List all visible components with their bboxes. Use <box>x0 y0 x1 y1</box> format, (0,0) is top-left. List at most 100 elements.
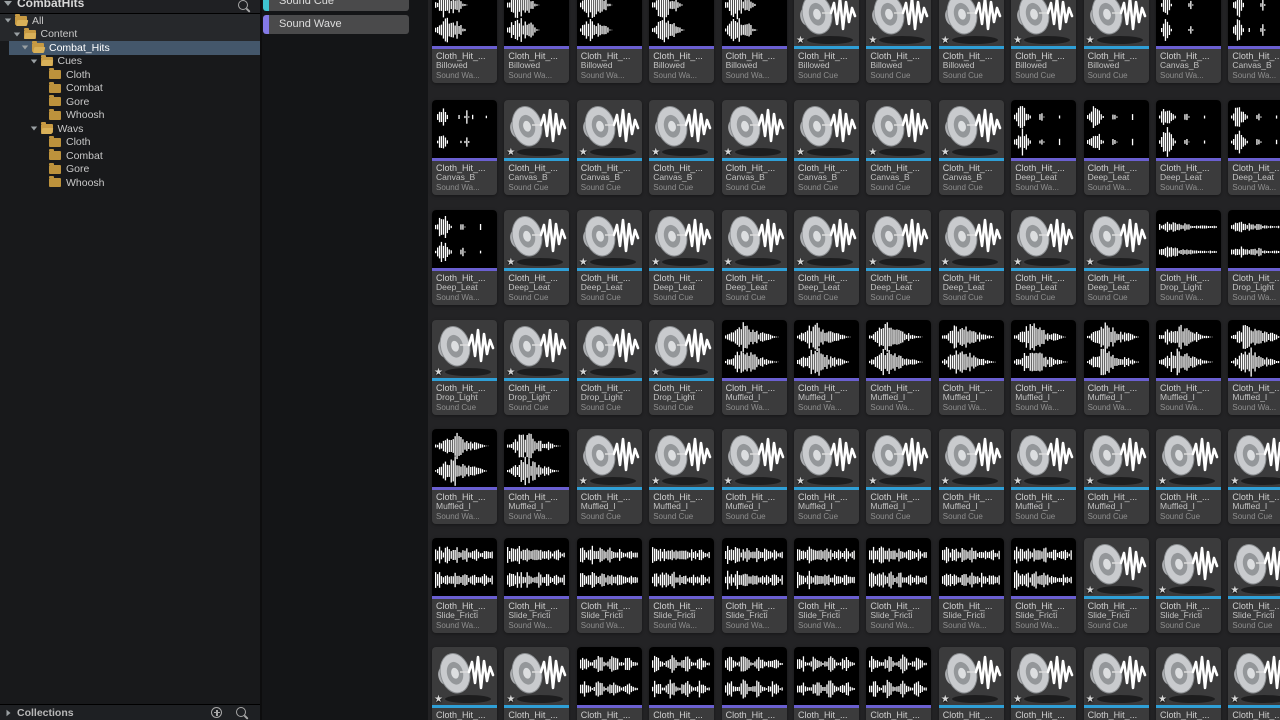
sound-wave-tile[interactable]: Cloth_Hit_... Muffled_I Sound Wa... <box>1084 320 1149 415</box>
filter-pill-sound-cue[interactable]: Sound Cue <box>263 0 409 11</box>
folder-tree-item-whoosh[interactable]: Whoosh <box>0 176 260 190</box>
sound-cue-tile[interactable]: ★ Cloth_Hit_... Canvas_B Sound Cue <box>722 100 787 195</box>
sound-wave-tile[interactable]: Cloth_Hit_... Canvas_B Sound Wa... <box>1228 0 1280 83</box>
sound-wave-tile[interactable]: Cloth_Hit_... Slide_Fricti Sound Wa... <box>504 538 569 633</box>
sound-cue-tile[interactable]: ★ Cloth_Hit_... Deep_Leat Sound Cue <box>649 210 714 305</box>
sound-wave-tile[interactable]: Cloth_Hit_... Billowed Sound Wa... <box>504 0 569 83</box>
collapse-sources-icon[interactable] <box>4 1 12 6</box>
sound-wave-tile[interactable]: Cloth_Hit_... Slide_Fricti Sound Wa... <box>939 538 1004 633</box>
sound-cue-tile[interactable]: ★ Cloth_Hit_... Deep_Leat Sound Cue <box>794 210 859 305</box>
sound-cue-tile[interactable]: ★ Cloth_Hit_... Billowed Sound Cue <box>939 0 1004 83</box>
sound-wave-tile[interactable]: Cloth_Hit_... Deep_Leat Sound Wa... <box>1156 100 1221 195</box>
sound-cue-tile[interactable]: ★ Cloth_Hit_... Slide_Fricti Sound Cue <box>1084 538 1149 633</box>
sound-wave-tile[interactable]: Cloth_Hit_... Slide_Fricti Sound Wa... <box>649 538 714 633</box>
sound-cue-tile[interactable]: ★ Cloth_Hit_... Drop_Light Sound Cue <box>577 320 642 415</box>
search-collections-icon[interactable] <box>236 707 246 717</box>
sound-wave-tile[interactable]: Cloth_Hit_... Canvas_B Sound Wa... <box>432 100 497 195</box>
chevron-down-icon[interactable] <box>30 59 36 63</box>
sound-cue-tile[interactable]: ★ Cloth_Hit_... Deep_Leat Sound Cue <box>939 210 1004 305</box>
sound-wave-tile[interactable]: Cloth_Hit_... Muffled_I Sound Wa... <box>1228 320 1280 415</box>
sound-cue-tile[interactable]: ★ Cloth_Hit_... Deep_Leat Sound Cue <box>577 210 642 305</box>
sound-cue-tile[interactable]: ★ Cloth_Hit_... Billowed Sound Cue <box>866 0 931 83</box>
chevron-down-icon[interactable] <box>13 32 19 36</box>
sound-cue-tile[interactable]: ★ Cloth_Hit_... Slide_Fricti Sound Cue <box>1156 538 1221 633</box>
sound-wave-tile[interactable]: Cloth_Hit_... Slide_Fricti Sound Wa... <box>866 538 931 633</box>
chevron-down-icon[interactable] <box>5 19 11 23</box>
sound-wave-tile[interactable]: Cloth_Hit_... Billowed Sound Wa... <box>577 0 642 83</box>
sound-cue-tile[interactable]: ★ Cloth_Hit_... Deep_Leat Sound Cue <box>1011 210 1076 305</box>
folder-tree-item-cloth[interactable]: Cloth <box>0 68 260 82</box>
sound-wave-tile[interactable]: Cloth_Hit_... Muffled_I Sound Wa... <box>794 320 859 415</box>
sound-cue-tile[interactable]: ★ Cloth_Hit_... Drop_Light Sound Cue <box>649 320 714 415</box>
sound-wave-tile[interactable]: Cloth_Hit_... Sound Wa... <box>794 647 859 720</box>
sound-wave-tile[interactable]: Cloth_Hit_... Drop_Light Sound Wa... <box>1228 210 1280 305</box>
sound-cue-tile[interactable]: ★ Cloth_Hit_... Sound Cue <box>1011 647 1076 720</box>
search-folders-icon[interactable] <box>238 0 248 10</box>
sound-cue-tile[interactable]: ★ Cloth_Hit_... Canvas_B Sound Cue <box>866 100 931 195</box>
sound-wave-tile[interactable]: Cloth_Hit_... Muffled_I Sound Wa... <box>722 320 787 415</box>
sound-wave-tile[interactable]: Cloth_Hit_... Sound Wa... <box>866 647 931 720</box>
sound-cue-tile[interactable]: ★ Cloth_Hit_... Canvas_B Sound Cue <box>504 100 569 195</box>
sound-wave-tile[interactable]: Cloth_Hit_... Sound Wa... <box>649 647 714 720</box>
sound-wave-tile[interactable]: Cloth_Hit_... Muffled_I Sound Wa... <box>1156 320 1221 415</box>
expand-collections-icon[interactable] <box>7 709 11 715</box>
add-collection-icon[interactable] <box>211 707 222 718</box>
sound-wave-tile[interactable]: Cloth_Hit_... Deep_Leat Sound Wa... <box>432 210 497 305</box>
sound-wave-tile[interactable]: Cloth_Hit_... Billowed Sound Wa... <box>722 0 787 83</box>
sound-cue-tile[interactable]: ★ Cloth_Hit_... Muffled_I Sound Cue <box>1011 429 1076 524</box>
sound-cue-tile[interactable]: ★ Cloth_Hit_... Sound Cue <box>1084 647 1149 720</box>
sound-cue-tile[interactable]: ★ Cloth_Hit_... Canvas_B Sound Cue <box>649 100 714 195</box>
sound-wave-tile[interactable]: Cloth_Hit_... Drop_Light Sound Wa... <box>1156 210 1221 305</box>
sound-cue-tile[interactable]: ★ Cloth_Hit_... Sound Cue <box>939 647 1004 720</box>
sound-cue-tile[interactable]: ★ Cloth_Hit_... Muffled_I Sound Cue <box>722 429 787 524</box>
sound-wave-tile[interactable]: Cloth_Hit_... Canvas_B Sound Wa... <box>1156 0 1221 83</box>
folder-tree-item-combat[interactable]: Combat <box>0 149 260 163</box>
folder-tree-item-wavs[interactable]: Wavs <box>0 122 260 136</box>
sound-cue-tile[interactable]: ★ Cloth_Hit_... Deep_Leat Sound Cue <box>866 210 931 305</box>
folder-tree-item-cloth[interactable]: Cloth <box>0 136 260 150</box>
folder-tree-item-content[interactable]: Content <box>0 28 260 42</box>
sound-cue-tile[interactable]: ★ Cloth_Hit_... Sound Cue <box>432 647 497 720</box>
sound-cue-tile[interactable]: ★ Cloth_Hit_... Muffled_I Sound Cue <box>1228 429 1280 524</box>
chevron-down-icon[interactable] <box>22 46 28 50</box>
folder-tree-item-gore[interactable]: Gore <box>0 95 260 109</box>
sound-wave-tile[interactable]: Cloth_Hit_... Slide_Fricti Sound Wa... <box>432 538 497 633</box>
sound-cue-tile[interactable]: ★ Cloth_Hit_... Billowed Sound Cue <box>1011 0 1076 83</box>
sound-wave-tile[interactable]: Cloth_Hit_... Billowed Sound Wa... <box>649 0 714 83</box>
sound-cue-tile[interactable]: ★ Cloth_Hit_... Deep_Leat Sound Cue <box>504 210 569 305</box>
sound-cue-tile[interactable]: ★ Cloth_Hit_... Muffled_I Sound Cue <box>1084 429 1149 524</box>
sound-cue-tile[interactable]: ★ Cloth_Hit_... Muffled_I Sound Cue <box>577 429 642 524</box>
sound-cue-tile[interactable]: ★ Cloth_Hit_... Sound Cue <box>1228 647 1280 720</box>
sound-wave-tile[interactable]: Cloth_Hit_... Muffled_I Sound Wa... <box>866 320 931 415</box>
sound-cue-tile[interactable]: ★ Cloth_Hit_... Slide_Fricti Sound Cue <box>1228 538 1280 633</box>
folder-tree-item-all[interactable]: All <box>0 14 260 28</box>
folder-tree-item-gore[interactable]: Gore <box>0 163 260 177</box>
sound-wave-tile[interactable]: Cloth_Hit_... Deep_Leat Sound Wa... <box>1228 100 1280 195</box>
sound-wave-tile[interactable]: Cloth_Hit_... Slide_Fricti Sound Wa... <box>794 538 859 633</box>
sound-cue-tile[interactable]: ★ Cloth_Hit_... Canvas_B Sound Cue <box>939 100 1004 195</box>
sound-wave-tile[interactable]: Cloth_Hit_... Slide_Fricti Sound Wa... <box>722 538 787 633</box>
sound-cue-tile[interactable]: ★ Cloth_Hit_... Billowed Sound Cue <box>1084 0 1149 83</box>
sound-cue-tile[interactable]: ★ Cloth_Hit_... Muffled_I Sound Cue <box>649 429 714 524</box>
folder-tree-item-combat_hits[interactable]: Combat_Hits <box>9 41 260 55</box>
sound-cue-tile[interactable]: ★ Cloth_Hit_... Drop_Light Sound Cue <box>432 320 497 415</box>
sound-cue-tile[interactable]: ★ Cloth_Hit_... Sound Cue <box>504 647 569 720</box>
sound-wave-tile[interactable]: Cloth_Hit_... Muffled_I Sound Wa... <box>939 320 1004 415</box>
sound-cue-tile[interactable]: ★ Cloth_Hit_... Muffled_I Sound Cue <box>794 429 859 524</box>
folder-tree-item-combat[interactable]: Combat <box>0 82 260 96</box>
sound-wave-tile[interactable]: Cloth_Hit_... Deep_Leat Sound Wa... <box>1084 100 1149 195</box>
sound-wave-tile[interactable]: Cloth_Hit_... Muffled_I Sound Wa... <box>1011 320 1076 415</box>
sound-cue-tile[interactable]: ★ Cloth_Hit_... Sound Cue <box>1156 647 1221 720</box>
sound-cue-tile[interactable]: ★ Cloth_Hit_... Deep_Leat Sound Cue <box>1084 210 1149 305</box>
folder-tree-item-whoosh[interactable]: Whoosh <box>0 109 260 123</box>
sound-wave-tile[interactable]: Cloth_Hit_... Muffled_I Sound Wa... <box>432 429 497 524</box>
chevron-down-icon[interactable] <box>30 127 36 131</box>
collections-bar[interactable]: Collections <box>0 704 260 720</box>
sound-cue-tile[interactable]: ★ Cloth_Hit_... Canvas_B Sound Cue <box>577 100 642 195</box>
sound-wave-tile[interactable]: Cloth_Hit_... Slide_Fricti Sound Wa... <box>577 538 642 633</box>
filter-pill-sound-wave[interactable]: Sound Wave <box>263 15 409 34</box>
folder-tree-item-cues[interactable]: Cues <box>0 55 260 69</box>
sound-wave-tile[interactable]: Cloth_Hit_... Sound Wa... <box>722 647 787 720</box>
sound-cue-tile[interactable]: ★ Cloth_Hit_... Billowed Sound Cue <box>794 0 859 83</box>
sound-cue-tile[interactable]: ★ Cloth_Hit_... Muffled_I Sound Cue <box>939 429 1004 524</box>
